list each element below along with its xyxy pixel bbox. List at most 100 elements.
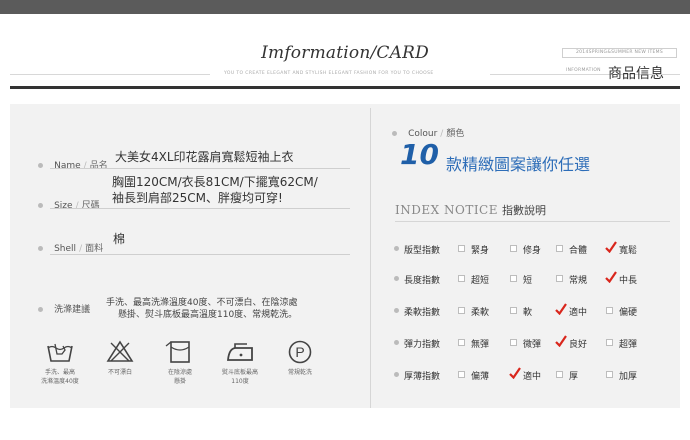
index-option-label: 偏硬 — [619, 308, 638, 318]
index-option-label: 中長 — [619, 276, 638, 286]
checkmark-icon — [605, 271, 617, 283]
info-cn-text: 商品信息 — [608, 66, 664, 82]
colour-text: 款精緻圖案讓你任選 — [446, 155, 591, 174]
checkbox-empty — [458, 275, 465, 282]
bullet-dot — [394, 340, 399, 345]
bullet-dot — [38, 203, 43, 208]
name-label: Name / 品名 — [54, 161, 108, 171]
index-option-label: 適中 — [523, 372, 542, 382]
iron-caption-line1: 熨斗底板最高 — [221, 369, 258, 376]
shell-value: 棉 — [113, 232, 126, 246]
index-row-name: 彈力指數 — [404, 340, 441, 350]
bullet-dot — [394, 276, 399, 281]
checkmark-icon — [509, 367, 521, 379]
subtitle-rule-left — [10, 74, 210, 75]
season-tag: 2014SPRING&SUMMER NEW ITEMS — [562, 48, 677, 58]
bullet-dot — [394, 308, 399, 313]
index-option-label: 軟 — [523, 308, 533, 318]
checkbox-empty — [606, 371, 613, 378]
index-rule — [395, 221, 670, 222]
size-label-cn: 尺碼 — [81, 201, 100, 211]
bullet-dot — [392, 131, 397, 136]
index-option-label: 適中 — [569, 308, 588, 318]
top-bar — [0, 0, 690, 14]
care-item-iron: 熨斗底板最高 110度 — [210, 340, 270, 386]
size-label-en: Size — [54, 201, 73, 211]
care-label: 洗滌建議 — [54, 305, 91, 315]
index-option-label: 緊身 — [471, 246, 490, 256]
checkbox-empty — [510, 339, 517, 346]
index-row-name: 柔軟指數 — [404, 308, 441, 318]
checkmark-icon — [605, 241, 617, 253]
hand-wash-caption-line1: 手洗、最高 — [44, 369, 75, 376]
size-underline — [50, 208, 350, 209]
checkbox-empty — [458, 339, 465, 346]
index-title-cn: 指數說明 — [502, 204, 547, 217]
care-icons: 手洗、最高 洗滌溫度40度 不可漂白 在陰涼處 懸掛 熨斗底板最高 110度 P… — [41, 340, 345, 400]
index-option-label: 超彈 — [619, 340, 638, 350]
index-option-label: 加厚 — [619, 372, 638, 382]
index-option-label: 厚 — [569, 372, 579, 382]
care-item-line-dry: 在陰涼處 懸掛 — [150, 340, 210, 386]
checkbox-empty — [606, 307, 613, 314]
checkbox-empty — [458, 245, 465, 252]
index-option-label: 偏薄 — [471, 372, 490, 382]
index-title-en: INDEX NOTICE — [395, 203, 499, 217]
colour-count: 10 — [400, 138, 439, 171]
index-option-label: 寬鬆 — [619, 246, 638, 256]
dry-clean-icon: P — [288, 340, 312, 364]
checkmark-icon — [555, 303, 567, 315]
size-row: Size / 尺碼 — [38, 193, 100, 212]
care-item-hand-wash: 手洗、最高 洗滌溫度40度 — [30, 340, 90, 386]
dry-clean-caption: 常規乾洗 — [270, 368, 330, 377]
checkbox-empty — [458, 307, 465, 314]
colour-label-cn: 顏色 — [446, 129, 465, 139]
index-option-label: 柔軟 — [471, 308, 490, 318]
checkmark-icon — [555, 335, 567, 347]
index-row-name: 長度指數 — [404, 276, 441, 286]
no-bleach-caption: 不可漂白 — [90, 368, 150, 377]
bullet-dot — [394, 372, 399, 377]
info-small-text: INFORMATION — [566, 68, 601, 73]
index-title: INDEX NOTICE 指數說明 — [395, 199, 546, 218]
checkbox-empty — [510, 307, 517, 314]
line-dry-caption: 在陰涼處 懸掛 — [150, 368, 210, 386]
index-option-label: 微彈 — [523, 340, 542, 350]
index-option-label: 超短 — [471, 276, 490, 286]
subtitle-text: YOU TO CREATE ELEGANT AND STYLISH ELEGAN… — [224, 71, 434, 76]
index-row-name: 版型指數 — [404, 246, 441, 256]
checkbox-empty — [556, 275, 563, 282]
hand-wash-caption: 手洗、最高 洗滌溫度40度 — [30, 368, 90, 386]
checkbox-empty — [606, 339, 613, 346]
care-item-no-bleach: 不可漂白 — [90, 340, 150, 377]
dry-clean-symbol: P — [295, 344, 304, 360]
line-dry-shade-icon — [165, 341, 190, 363]
no-bleach-icon — [106, 340, 134, 362]
index-option-label: 合體 — [569, 246, 588, 256]
index-option-label: 常規 — [569, 276, 588, 286]
panel-separator — [370, 108, 371, 408]
name-underline — [50, 168, 350, 169]
name-row: Name / 品名 — [38, 153, 108, 172]
index-option-label: 短 — [523, 276, 533, 286]
index-option-label: 無彈 — [471, 340, 490, 350]
dry-clean-caption-line1: 常規乾洗 — [287, 369, 312, 376]
bullet-dot — [38, 307, 43, 312]
iron-caption-line2: 110度 — [231, 378, 249, 385]
checkbox-empty — [510, 245, 517, 252]
size-value-line2: 袖長到肩部25CM、胖瘦均可穿! — [112, 191, 283, 205]
bullet-dot — [38, 163, 43, 168]
name-value: 大美女4XL印花露肩寬鬆短袖上衣 — [115, 150, 294, 164]
checkbox-empty — [510, 275, 517, 282]
care-text-line1: 手洗、最高洗滌溫度40度、不可漂白、在陰涼處 — [106, 298, 298, 308]
iron-caption: 熨斗底板最高 110度 — [210, 368, 270, 386]
care-item-dry-clean: P 常規乾洗 — [270, 340, 330, 377]
checkbox-empty — [556, 371, 563, 378]
care-text: 手洗、最高洗滌溫度40度、不可漂白、在陰涼處 懸掛、熨斗底板最高溫度110度、常… — [106, 297, 297, 321]
index-option-label: 修身 — [523, 246, 542, 256]
name-label-en: Name — [54, 161, 81, 171]
line-dry-caption-line1: 在陰涼處 — [167, 369, 192, 376]
bullet-dot — [394, 246, 399, 251]
product-info-tag: INFORMATION 商品信息 — [562, 62, 677, 82]
checkbox-empty — [458, 371, 465, 378]
